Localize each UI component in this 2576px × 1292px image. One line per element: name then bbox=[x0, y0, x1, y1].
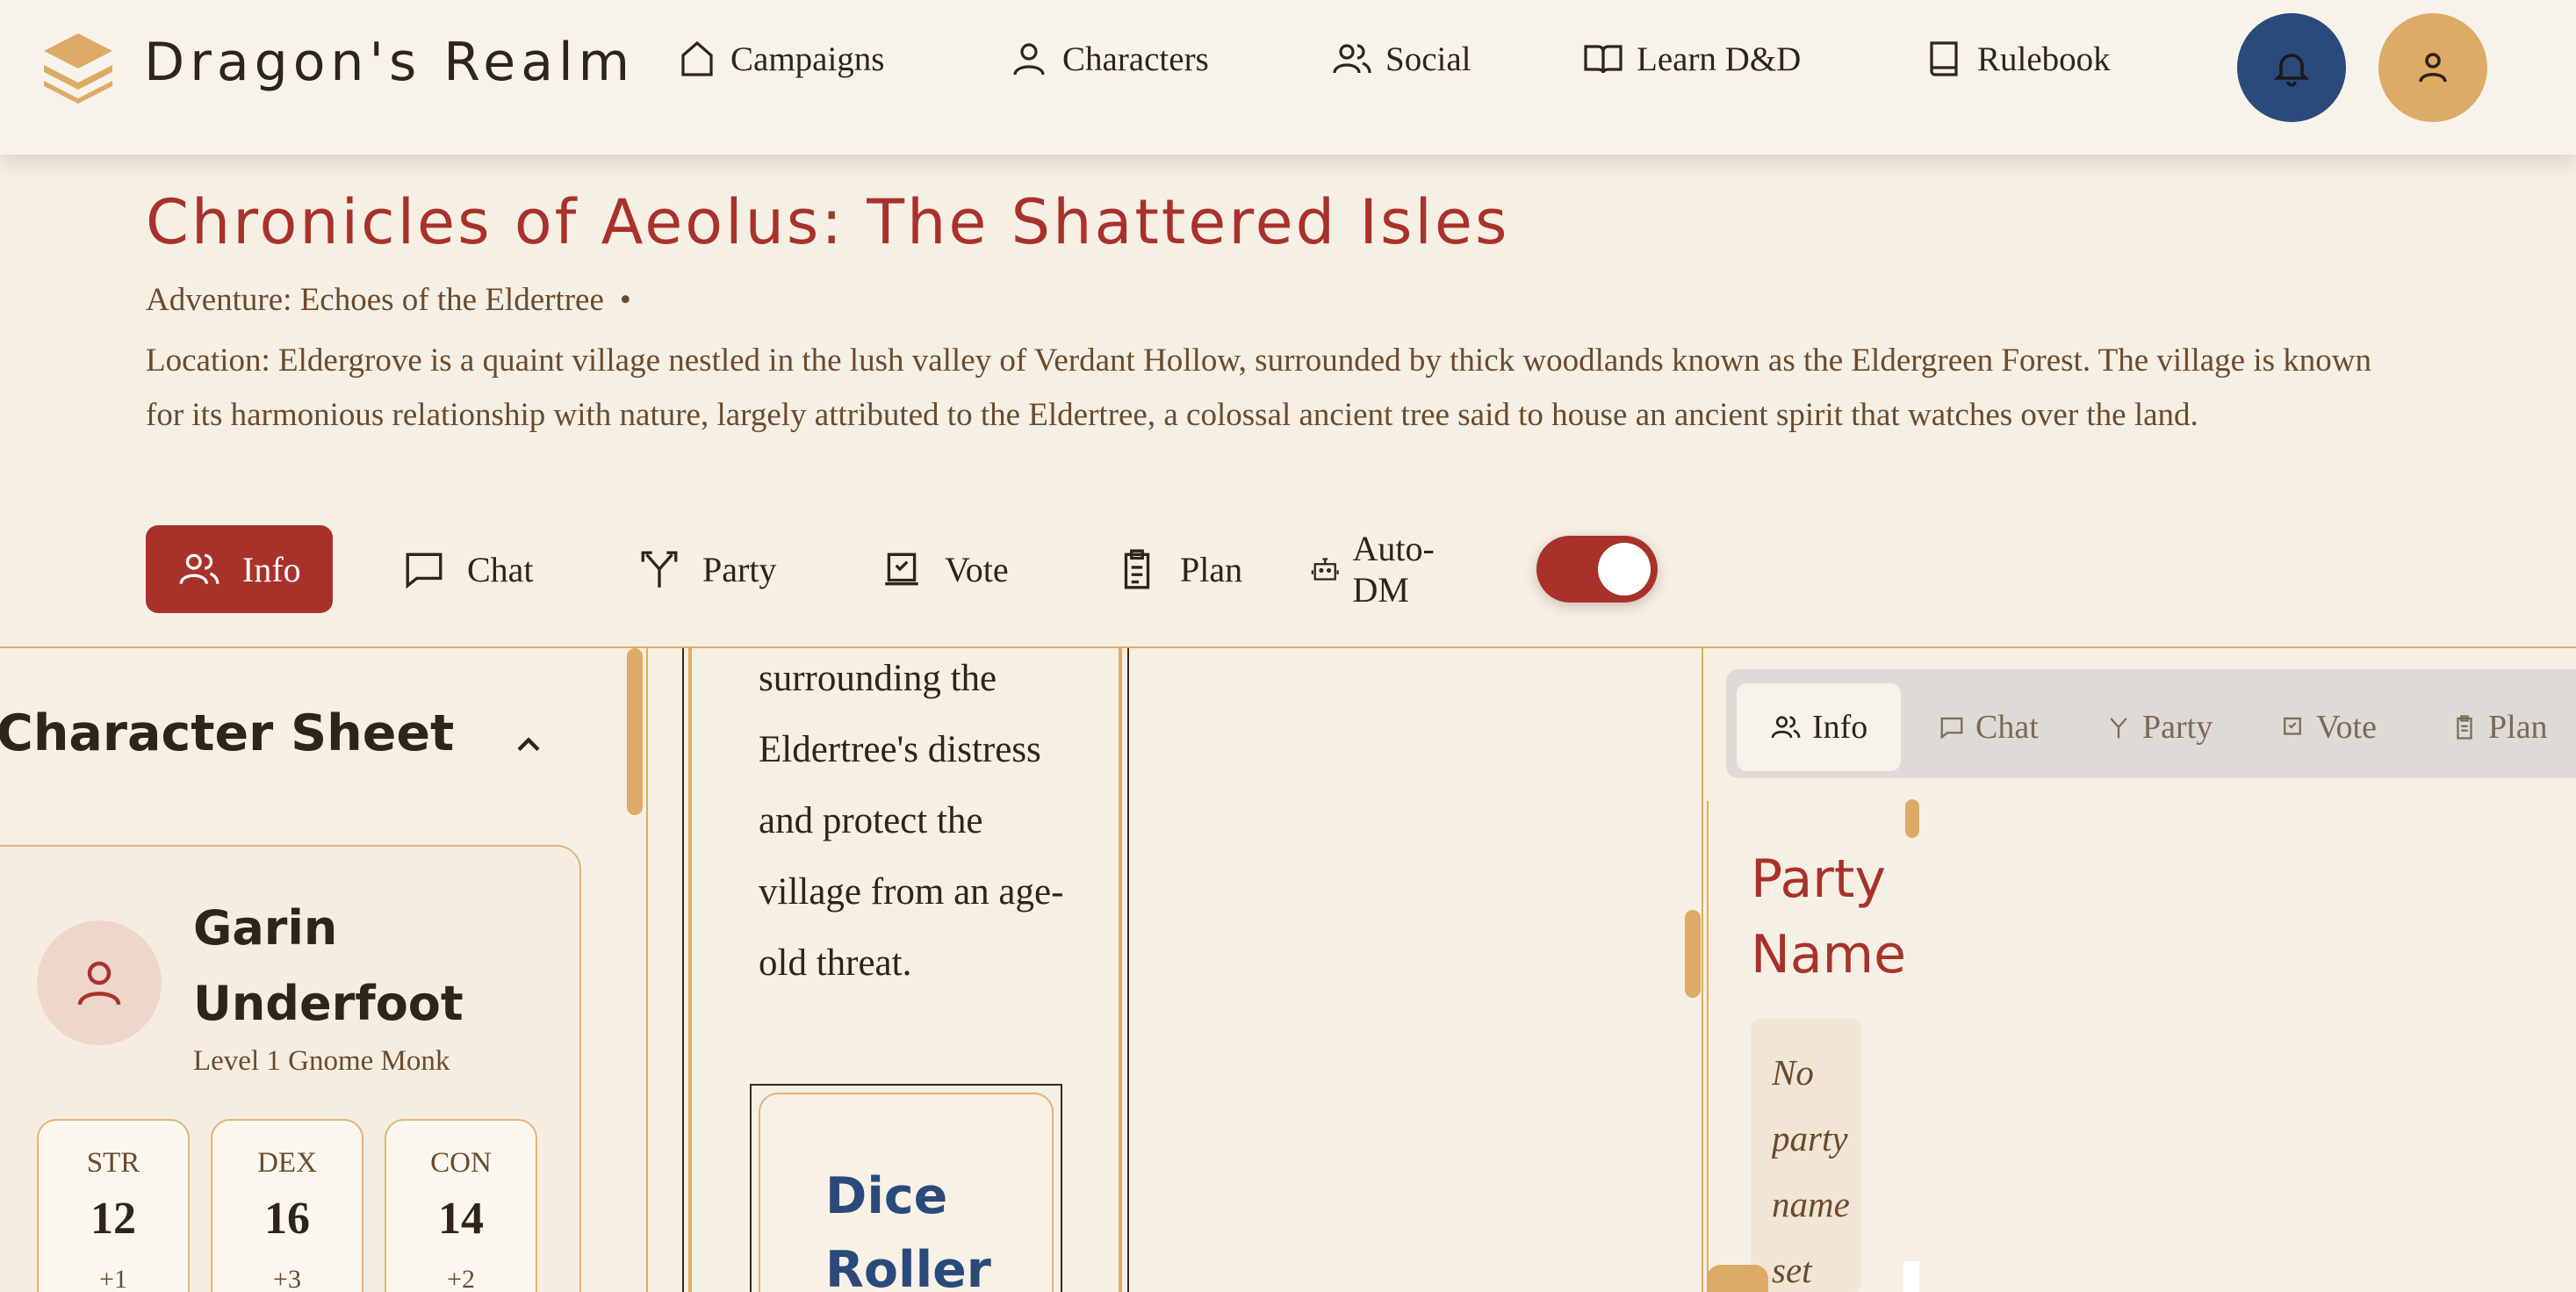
left-panel-scrollbar[interactable] bbox=[627, 648, 643, 815]
nav-label: Characters bbox=[1062, 40, 1209, 78]
auto-dm-toggle[interactable] bbox=[1536, 536, 1658, 603]
stat-value: 14 bbox=[438, 1194, 484, 1244]
book-icon bbox=[1930, 41, 1958, 76]
nav-learn-dnd[interactable]: Learn D&D bbox=[1582, 30, 1801, 88]
character-name: Garin Underfoot bbox=[193, 900, 464, 1031]
ballot-check-icon bbox=[2284, 717, 2301, 735]
tab-label: Vote bbox=[945, 549, 1009, 589]
nav-campaigns[interactable]: Campaigns bbox=[676, 30, 884, 88]
character-class: Level 1 Gnome Monk bbox=[193, 1045, 450, 1077]
stat-dex: DEX 16 +3 bbox=[211, 1119, 363, 1292]
user-icon bbox=[2419, 53, 2447, 83]
toggle-knob bbox=[1598, 543, 1651, 595]
bell-icon bbox=[2273, 54, 2310, 87]
stat-str: STR 12 +1 bbox=[37, 1119, 190, 1292]
auto-dm-label: Auto-DM bbox=[1310, 525, 1448, 613]
nav-label: Learn D&D bbox=[1637, 40, 1802, 78]
stat-modifier: +3 bbox=[273, 1265, 301, 1292]
horizontal-scrollbar[interactable] bbox=[1707, 1265, 1768, 1292]
adventure-line: Adventure: Echoes of the Eldertree • bbox=[146, 281, 631, 319]
user-icon bbox=[1013, 43, 1045, 76]
home-icon bbox=[681, 40, 713, 76]
stat-value: 16 bbox=[264, 1194, 310, 1244]
message-icon bbox=[406, 552, 443, 589]
nav-social[interactable]: Social bbox=[1331, 30, 1471, 88]
side-panel-scrollbar[interactable] bbox=[1905, 799, 1919, 838]
character-avatar bbox=[37, 920, 162, 1045]
separator-dot: • bbox=[619, 282, 631, 318]
adventure-name: Adventure: Echoes of the Eldertree bbox=[146, 282, 604, 318]
side-tab-label: Chat bbox=[1975, 709, 2039, 746]
side-tab-chat[interactable]: Chat bbox=[1939, 683, 2039, 771]
party-name-title: Party Name bbox=[1751, 848, 1907, 985]
users-icon bbox=[1333, 44, 1371, 74]
stat-con: CON 14 +2 bbox=[385, 1119, 537, 1292]
notifications-button[interactable] bbox=[2237, 13, 2346, 122]
dragon-logo-icon[interactable] bbox=[40, 30, 116, 105]
tab-info[interactable]: Info bbox=[146, 525, 333, 613]
users-icon bbox=[1771, 716, 1801, 739]
nav-rulebook[interactable]: Rulebook bbox=[1923, 30, 2111, 88]
tab-plan[interactable]: Plan bbox=[1115, 525, 1242, 613]
side-tab-plan[interactable]: Plan bbox=[2451, 683, 2548, 771]
side-tab-party[interactable]: Party bbox=[2105, 683, 2213, 771]
side-panel-inner-border bbox=[1707, 801, 1709, 1292]
app-logo-text[interactable]: Dragon's Realm bbox=[144, 32, 635, 93]
quest-panel-outline-left bbox=[682, 648, 684, 1292]
side-tab-label: Party bbox=[2142, 709, 2213, 746]
chevron-up-icon[interactable] bbox=[509, 725, 548, 764]
user-icon bbox=[77, 961, 121, 1006]
side-tab-label: Plan bbox=[2488, 709, 2548, 746]
stat-label: STR bbox=[86, 1147, 140, 1179]
clipboard-icon bbox=[2457, 715, 2472, 740]
dice-roller-title: Dice Roller bbox=[825, 1167, 991, 1292]
tab-label: Plan bbox=[1180, 549, 1243, 589]
open-book-icon bbox=[1584, 45, 1623, 74]
scroll-track-marker bbox=[1903, 1261, 1919, 1292]
stat-value: 12 bbox=[90, 1194, 136, 1244]
users-icon bbox=[179, 553, 219, 585]
stat-modifier: +2 bbox=[447, 1265, 475, 1292]
profile-button[interactable] bbox=[2378, 13, 2487, 122]
tab-vote[interactable]: Vote bbox=[880, 525, 1009, 613]
nav-characters[interactable]: Characters bbox=[1008, 30, 1209, 88]
robot-icon bbox=[1311, 558, 1339, 581]
right-panel-border bbox=[1702, 648, 1703, 1292]
center-scrollbar[interactable] bbox=[1685, 910, 1701, 998]
quest-panel-outline-right bbox=[1127, 648, 1129, 1292]
campaign-title: Chronicles of Aeolus: The Shattered Isle… bbox=[146, 186, 1510, 258]
tab-label: Info bbox=[242, 549, 301, 589]
tab-label: Party bbox=[702, 549, 777, 589]
auto-dm-text: Auto-DM bbox=[1352, 529, 1435, 610]
side-tab-info[interactable]: Info bbox=[1737, 683, 1902, 771]
quest-description: surrounding the Eldertree's distress and… bbox=[759, 658, 1064, 984]
stat-modifier: +1 bbox=[99, 1265, 127, 1292]
tab-label: Chat bbox=[467, 549, 534, 589]
side-tab-label: Info bbox=[1812, 709, 1868, 746]
party-name-empty-text: No party name set bbox=[1772, 1052, 1850, 1290]
tab-chat[interactable]: Chat bbox=[402, 525, 534, 613]
character-sheet-title: Character Sheet bbox=[0, 704, 455, 762]
nav-label: Rulebook bbox=[1977, 40, 2111, 78]
nav-label: Campaigns bbox=[730, 40, 885, 78]
top-navigation-bar: Dragon's Realm Campaigns Characters Soci… bbox=[0, 0, 2576, 155]
side-tab-vote[interactable]: Vote bbox=[2279, 683, 2377, 771]
stat-label: CON bbox=[430, 1147, 492, 1179]
message-icon bbox=[1940, 717, 1963, 740]
left-panel-border bbox=[646, 648, 648, 1292]
tab-party[interactable]: Party bbox=[637, 525, 776, 613]
clipboard-icon bbox=[1124, 549, 1150, 589]
stat-label: DEX bbox=[257, 1147, 317, 1179]
side-panel-tabs: Info Chat Party Vote Plan bbox=[1726, 669, 2576, 778]
nav-label: Social bbox=[1385, 40, 1471, 78]
side-tab-label: Vote bbox=[2316, 709, 2377, 746]
location-description: Location: Eldergrove is a quaint village… bbox=[146, 343, 2372, 433]
split-arrow-icon bbox=[2110, 718, 2127, 739]
ballot-check-icon bbox=[885, 552, 918, 586]
split-arrow-icon bbox=[641, 551, 678, 588]
